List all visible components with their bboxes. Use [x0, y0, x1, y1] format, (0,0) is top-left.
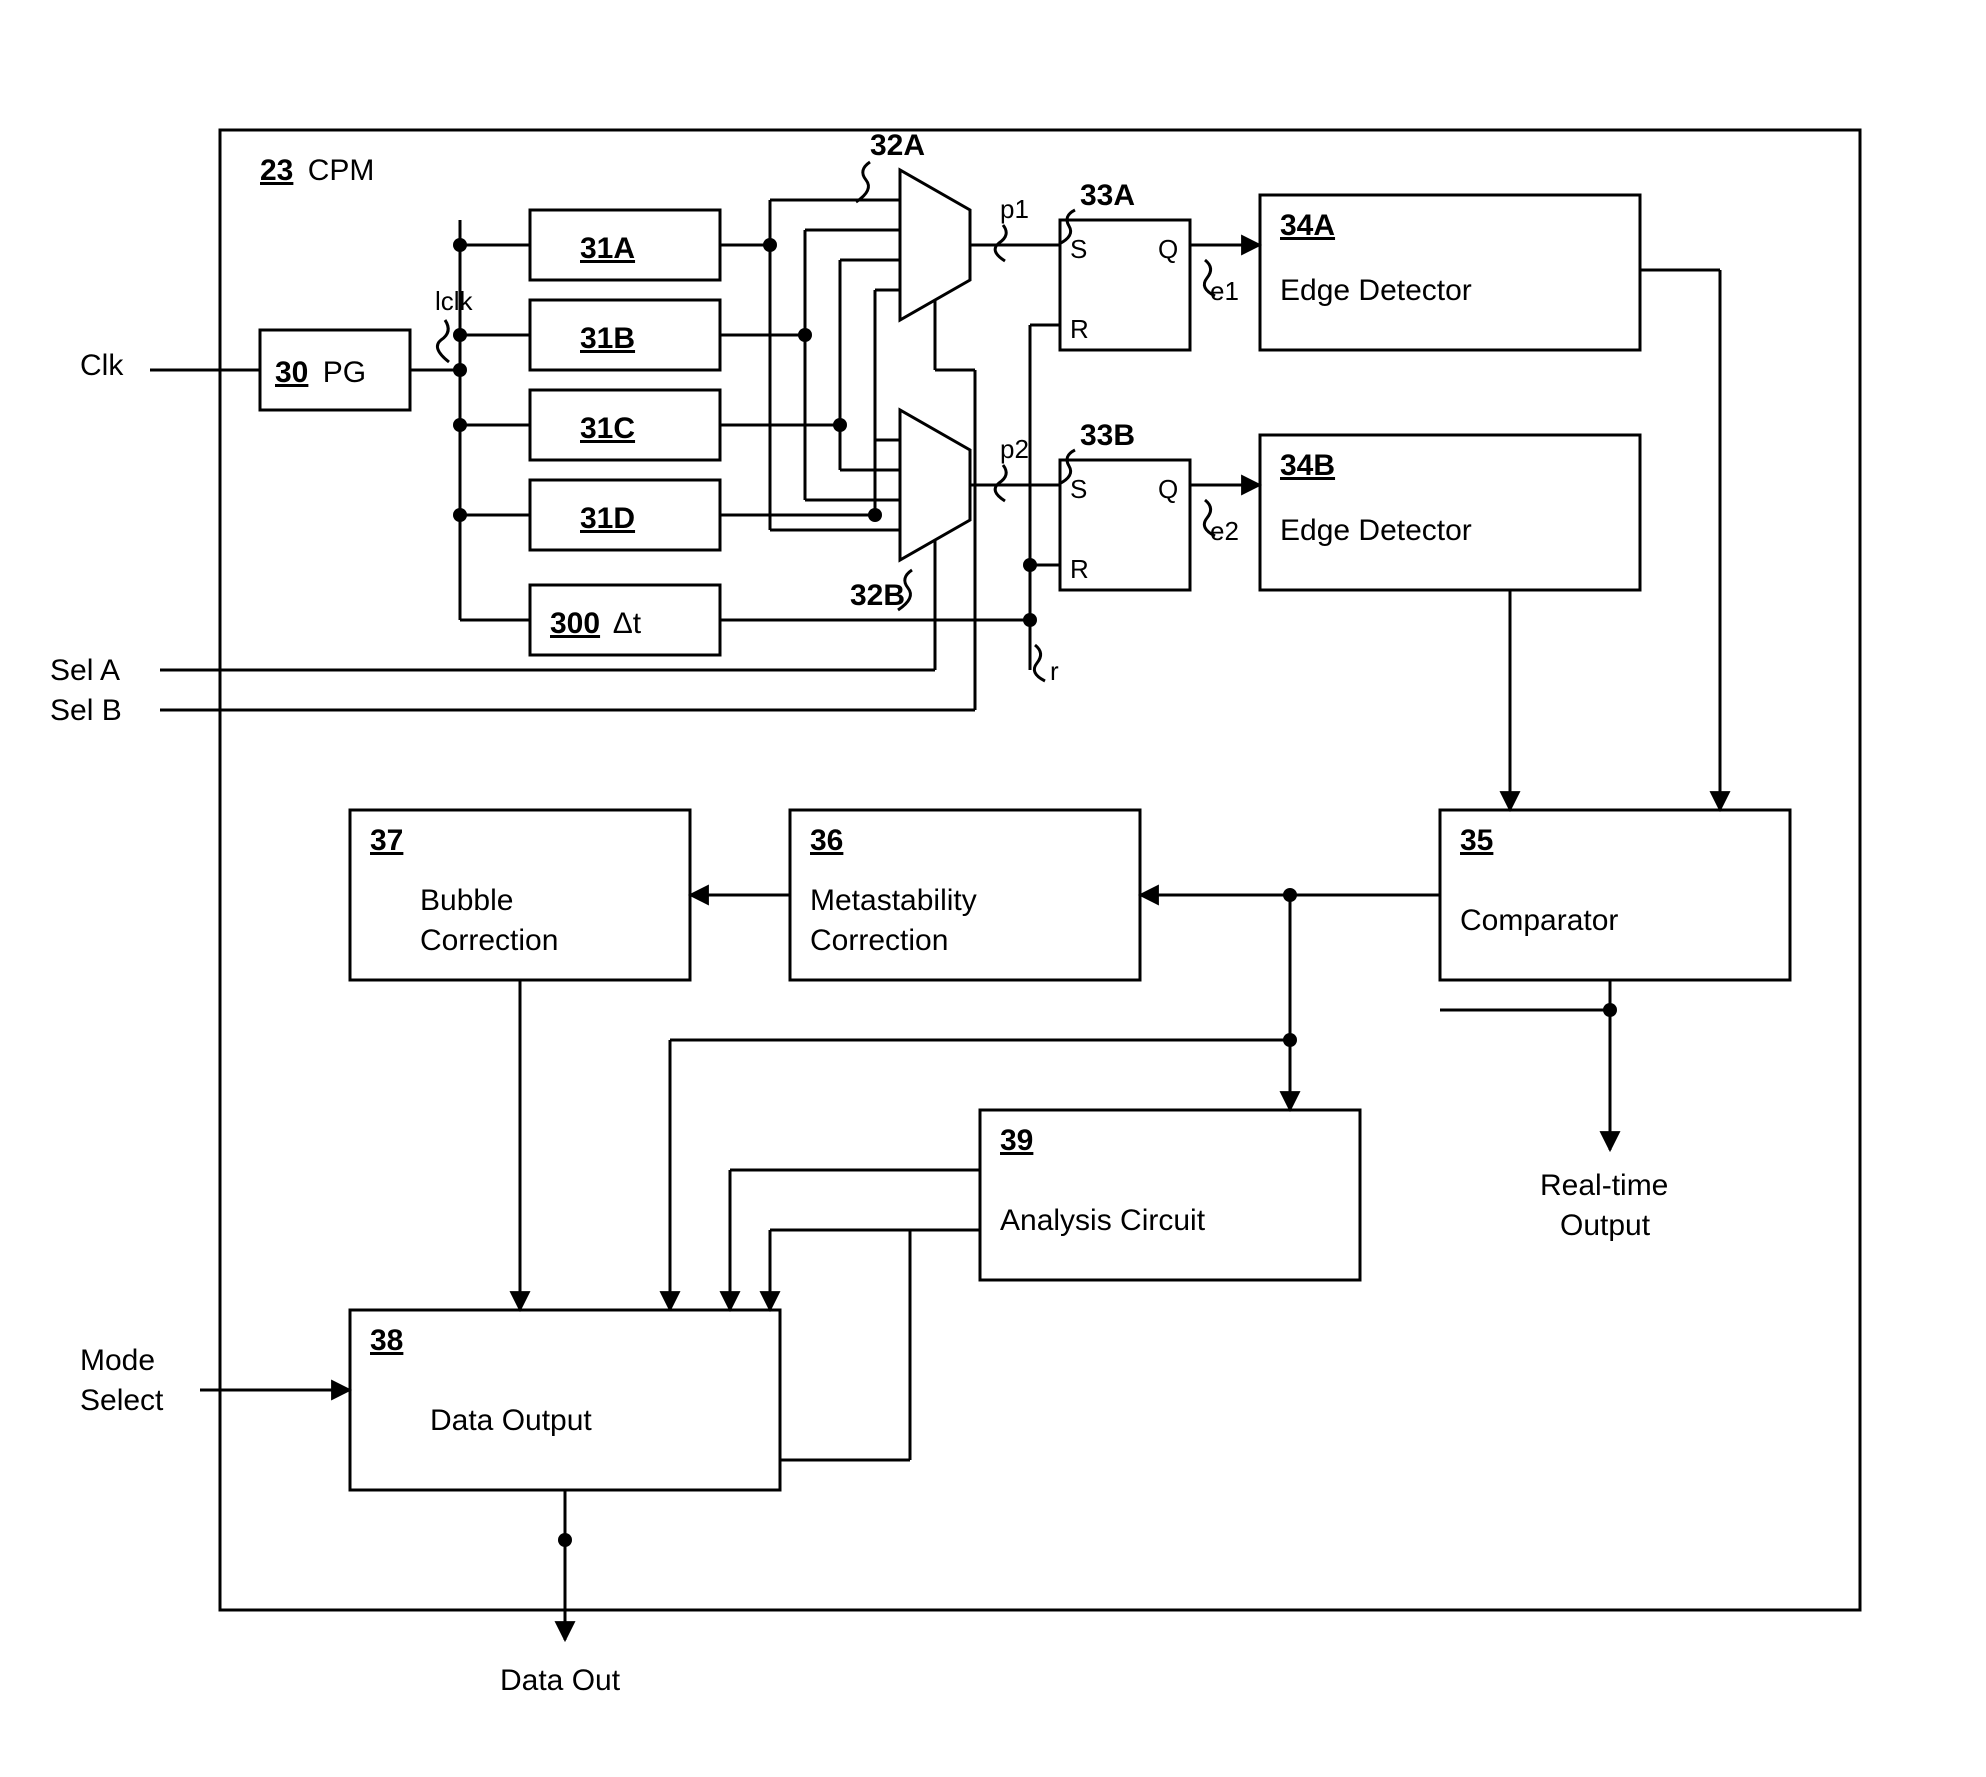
label-rt-1: Real-time [1540, 1169, 1668, 1202]
ref-37: 37 [370, 824, 403, 857]
label-rt-2: Output [1560, 1209, 1651, 1242]
cpm-block-diagram: 23 CPM Clk Sel A Sel B Mode Select 30 PG… [0, 0, 1986, 1777]
label-mode-2: Select [80, 1384, 164, 1417]
label-clk: Clk [80, 349, 124, 382]
block-data-output [350, 1310, 780, 1490]
block-analysis [980, 1110, 1360, 1280]
label-37b: Correction [420, 924, 558, 957]
label-p2: p2 [1000, 434, 1029, 464]
ref-34B: 34B [1280, 449, 1335, 482]
cpm-ref: 23 CPM [260, 154, 374, 187]
label-selA: Sel A [50, 654, 120, 687]
label-39: Analysis Circuit [1000, 1204, 1206, 1237]
ref-32A: 32A [870, 129, 925, 162]
ref-32B: 32B [850, 579, 905, 612]
label-e1: e1 [1210, 276, 1239, 306]
label-38: Data Output [430, 1404, 592, 1437]
label-36b: Correction [810, 924, 948, 957]
ref-35: 35 [1460, 824, 1493, 857]
block-dt-text: 300 Δt [550, 607, 642, 640]
label-36a: Metastability [810, 884, 977, 917]
label-37a: Bubble [420, 884, 513, 917]
label-e2: e2 [1210, 516, 1239, 546]
label-r: r [1050, 656, 1059, 686]
ref-31A: 31A [580, 232, 635, 265]
ref-38: 38 [370, 1324, 403, 1357]
label-lclk: lclk [435, 286, 474, 316]
ref-31C: 31C [580, 412, 635, 445]
ref-33A: 33A [1080, 179, 1135, 212]
label-p1: p1 [1000, 194, 1029, 224]
latB-S: S [1070, 474, 1087, 504]
latB-R: R [1070, 554, 1089, 584]
latA-Q: Q [1158, 234, 1178, 264]
latB-Q: Q [1158, 474, 1178, 504]
ref-36: 36 [810, 824, 843, 857]
label-mode-1: Mode [80, 1344, 155, 1377]
ref-31D: 31D [580, 502, 635, 535]
label-selB: Sel B [50, 694, 122, 727]
label-data-out: Data Out [500, 1664, 621, 1697]
label-35: Comparator [1460, 904, 1618, 937]
ref-33B: 33B [1080, 419, 1135, 452]
latA-R: R [1070, 314, 1089, 344]
label-34B: Edge Detector [1280, 514, 1472, 547]
ref-34A: 34A [1280, 209, 1335, 242]
label-34A: Edge Detector [1280, 274, 1472, 307]
latA-S: S [1070, 234, 1087, 264]
ref-39: 39 [1000, 1124, 1033, 1157]
ref-31B: 31B [580, 322, 635, 355]
